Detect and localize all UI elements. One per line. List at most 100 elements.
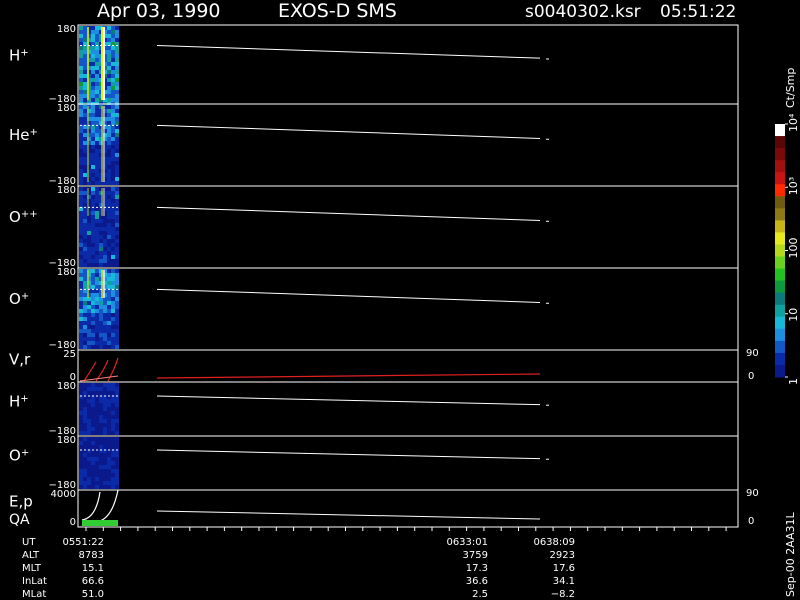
ephemeris-value: 8783 [79,550,104,561]
colorbar-segment [775,304,785,318]
spectrogram-cell [99,239,103,243]
spectrogram-cell [95,153,99,157]
spectrogram-cell [83,273,87,277]
spectrogram-cell [79,149,83,153]
spectrogram-cell [91,383,95,387]
spectrogram-cell [107,437,111,441]
spectrogram-cell [91,407,95,411]
spectrogram-cell [107,199,111,203]
spectrogram-cell [107,26,111,30]
spectrogram-cell [99,235,103,239]
spectrogram-cell [107,441,111,445]
spectrogram-cell [79,215,83,219]
spectrogram-cell [83,477,87,481]
spectrogram-cell [83,239,87,243]
spectrogram-cell [115,437,119,441]
spectrogram-cell [99,411,103,415]
spectrogram-cell [111,431,115,435]
spectrogram-cell [107,195,111,199]
spectrogram-cell [111,86,115,90]
spectrogram-cell [95,82,99,86]
spectrogram-cell [99,477,103,481]
spectrogram-cell [79,78,83,82]
spectrogram-cell [91,269,95,273]
spectrogram-cell [83,419,87,423]
spectrogram-cell [107,145,111,149]
spectrogram-cell [83,457,87,461]
spectrogram-cell [79,277,83,281]
spectrogram-cell [107,94,111,98]
spectrogram-cell [103,325,107,329]
spectrogram-cell [79,187,83,191]
spectrogram-cell [83,121,87,125]
ion-charge: + [21,291,29,302]
spectrogram-cell [91,113,95,117]
colorbar-tick-label: 1 [787,378,800,385]
spectrogram-cell [115,30,119,34]
spectrogram-cell [111,161,115,165]
spectrogram-cell [115,62,119,66]
spectrogram-cell [87,465,91,469]
spectrogram-cell [91,437,95,441]
spectrogram-cell [95,70,99,74]
spectrogram-cell [87,231,91,235]
spectrogram-cell [83,465,87,469]
spectrogram-cell [83,98,87,102]
spectrogram-cell [115,231,119,235]
spectrogram-cell [115,141,119,145]
spectrogram-cell [79,121,83,125]
spectrogram-cell [87,247,91,251]
spectrogram-cell [95,78,99,82]
spectrogram-cell [99,453,103,457]
spectrogram-cell [91,82,95,86]
spectrogram-cell [111,481,115,485]
spectrogram-cell [87,473,91,477]
colorbar-segment [775,208,785,221]
spectrogram-cell [91,341,95,345]
spectrogram-cell [111,227,115,231]
spectrogram-cell [111,415,115,419]
spectrogram-cell [95,453,99,457]
ion-name: H [9,47,20,65]
spectrogram-cell [107,259,111,263]
spectrogram-cell [91,121,95,125]
spectrogram-cell [107,273,111,277]
spectrogram-cell [87,317,91,321]
spectrogram-cell [91,227,95,231]
spectrogram-cell [103,453,107,457]
spectrogram-cell [99,403,103,407]
spectrogram-cell [91,445,95,449]
spectrogram-cell [95,133,99,137]
spectrogram-cell [107,473,111,477]
spectrogram-cell [79,259,83,263]
spectrogram-cell [95,329,99,333]
spectrogram-cell [107,157,111,161]
spectrogram-cell [107,191,111,195]
spectrogram-cell [79,469,83,473]
spectrogram-cell [83,74,87,78]
spectrogram-cell [87,461,91,465]
spectrogram-cell [95,313,99,317]
spectrogram-cell [95,423,99,427]
spectrogram-cell [87,427,91,431]
spectrogram-cell [103,247,107,251]
spectrogram-cell [91,169,95,173]
spectrogram-cell [95,305,99,309]
spectrogram-cell [111,149,115,153]
spectrogram-cell [99,301,103,305]
spectrogram-cell [115,223,119,227]
spectrogram-cell [99,383,103,387]
spectrogram-cell [83,46,87,50]
spectrogram-cell [87,383,91,387]
colorbar-segment [775,184,785,197]
spectrogram-cell [79,293,83,297]
spectrogram-cell [107,58,111,62]
spectrogram-cell [111,469,115,473]
ephemeris-value: 66.6 [82,576,104,587]
spectrogram-cell [95,341,99,345]
colorbar-segment [775,292,785,306]
spectrogram-cell [83,211,87,215]
spectrogram-cell [95,215,99,219]
spectrogram-cell [91,431,95,435]
spectrogram-cell [107,34,111,38]
